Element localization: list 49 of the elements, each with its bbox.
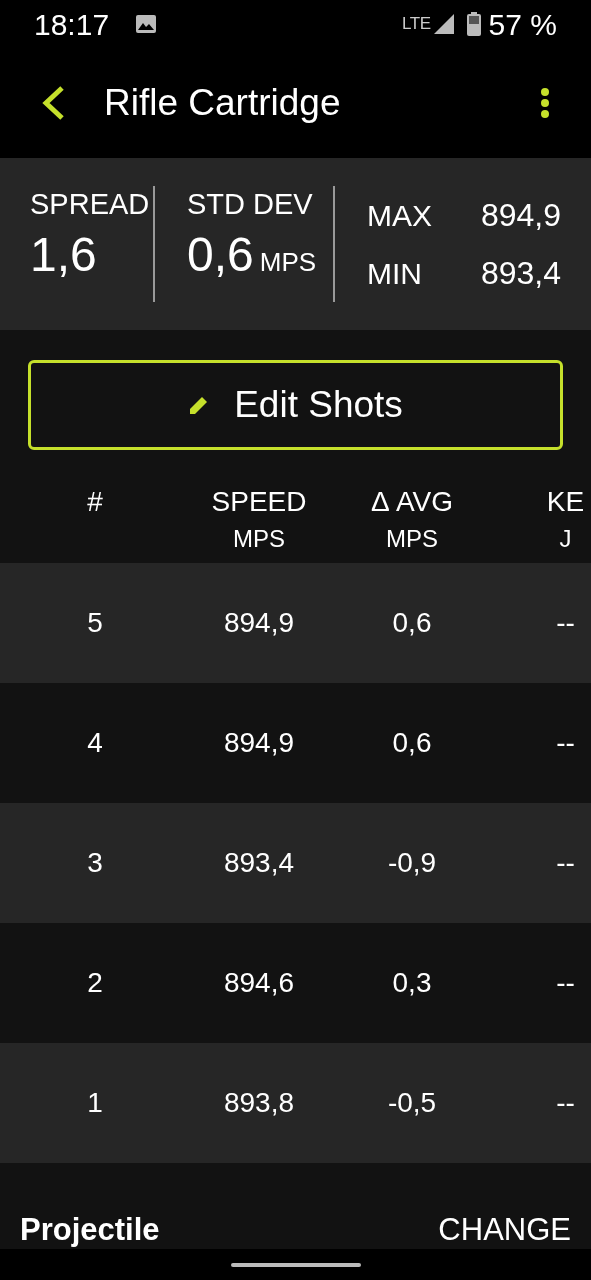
table-cell-text: 3 xyxy=(87,846,103,880)
table-cell-text: 893,8 xyxy=(223,1086,295,1120)
stat-value: 894,9 xyxy=(480,196,561,235)
column-header: SPEED xyxy=(211,485,307,519)
table-cell-text: 2 xyxy=(87,966,103,1000)
table-cell-text: 5 xyxy=(87,606,103,640)
table-cell-text: 0,6 xyxy=(392,726,432,760)
stat-label: MIN xyxy=(367,255,422,292)
column-unit: MPS xyxy=(233,524,285,554)
stat-unit: MPS xyxy=(259,246,317,279)
battery-percent: 57 % xyxy=(488,6,557,43)
column-unit: MPS xyxy=(386,524,438,554)
table-cell-text: 894,6 xyxy=(223,966,295,1000)
edit-shots-button[interactable]: Edit Shots xyxy=(28,360,563,450)
table-cell-text: -0,9 xyxy=(387,846,437,880)
table-cell-text: -0,5 xyxy=(387,1086,437,1120)
stat-value: 1,6 xyxy=(30,227,98,283)
column-header: # xyxy=(87,485,103,519)
table-cell-text: -- xyxy=(556,966,575,1000)
column-header: Δ AVG xyxy=(371,485,453,519)
table-cell-text: 894,9 xyxy=(223,606,295,640)
table-cell-text: 893,4 xyxy=(223,846,295,880)
section-title: Projectile xyxy=(20,1211,160,1249)
change-link[interactable]: CHANGE xyxy=(438,1211,571,1249)
screen-title: Rifle Cartridge xyxy=(104,81,342,126)
stat-label: MAX xyxy=(367,197,432,234)
stat-label: STD DEV xyxy=(187,187,314,222)
column-unit: J xyxy=(559,524,572,554)
table-cell-text: -- xyxy=(556,1086,575,1120)
stat-value: 893,4 xyxy=(480,254,561,293)
table-cell-text: -- xyxy=(556,846,575,880)
status-time: 18:17 xyxy=(34,6,110,43)
stat-value: 0,6 xyxy=(187,227,254,283)
battery-icon xyxy=(466,12,481,36)
image-icon xyxy=(135,14,158,34)
table-cell-text: -- xyxy=(556,606,575,640)
table-cell-text: 4 xyxy=(87,726,103,760)
signal-icon xyxy=(432,13,455,35)
network-label: LTE xyxy=(401,13,431,36)
table-cell-text: 1 xyxy=(87,1086,103,1120)
column-header: KE xyxy=(546,485,585,519)
stat-label: SPREAD xyxy=(30,187,151,222)
table-cell-text: 894,9 xyxy=(223,726,295,760)
table-cell-text: 0,3 xyxy=(392,966,432,1000)
more-menu-icon[interactable] xyxy=(539,87,551,119)
home-handle[interactable] xyxy=(230,1263,361,1267)
back-button[interactable] xyxy=(40,85,66,121)
table-cell-text: -- xyxy=(556,726,575,760)
table-cell-text: 0,6 xyxy=(392,606,432,640)
